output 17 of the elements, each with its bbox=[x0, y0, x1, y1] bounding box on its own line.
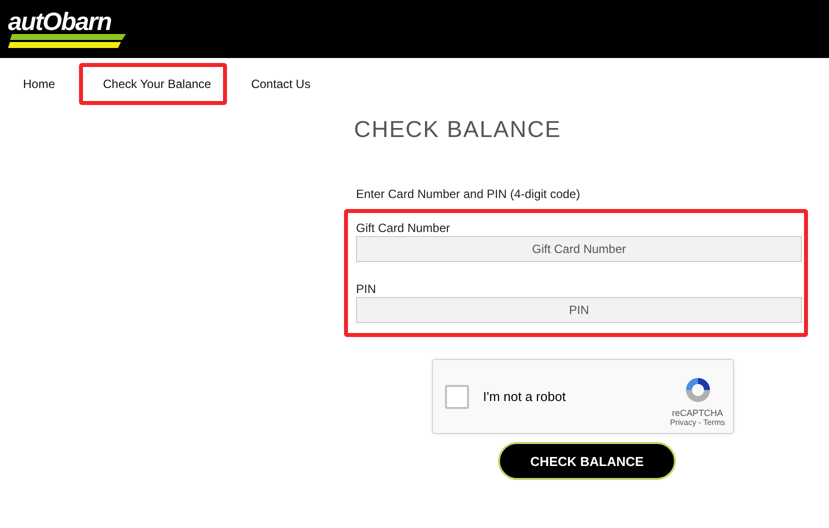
captcha-label: I'm not a robot bbox=[483, 389, 567, 404]
instructions: Enter Card Number and PIN (4-digit code) bbox=[356, 187, 582, 201]
terms-link[interactable]: Terms bbox=[703, 418, 725, 427]
logo[interactable]: autObarn bbox=[8, 10, 128, 48]
nav-link[interactable]: Check Your Balance bbox=[79, 63, 228, 105]
check-balance-button[interactable]: CHECK BALANCE bbox=[498, 442, 676, 480]
link-separator: - bbox=[698, 418, 702, 427]
field-label: Gift Card Number bbox=[356, 221, 452, 235]
page-title: CHECK BALANCE bbox=[354, 116, 562, 143]
checkbox[interactable] bbox=[445, 384, 469, 408]
nav-link[interactable]: Contact Us bbox=[237, 63, 324, 105]
input-field[interactable]: Gift Card Number bbox=[356, 236, 802, 262]
field-label: PIN bbox=[356, 282, 378, 296]
nav-link[interactable]: Home bbox=[9, 63, 70, 105]
privacy-link[interactable]: Privacy bbox=[670, 418, 696, 427]
input-field[interactable]: PIN bbox=[356, 297, 802, 323]
captcha-brand: reCAPTCHA bbox=[672, 408, 723, 418]
